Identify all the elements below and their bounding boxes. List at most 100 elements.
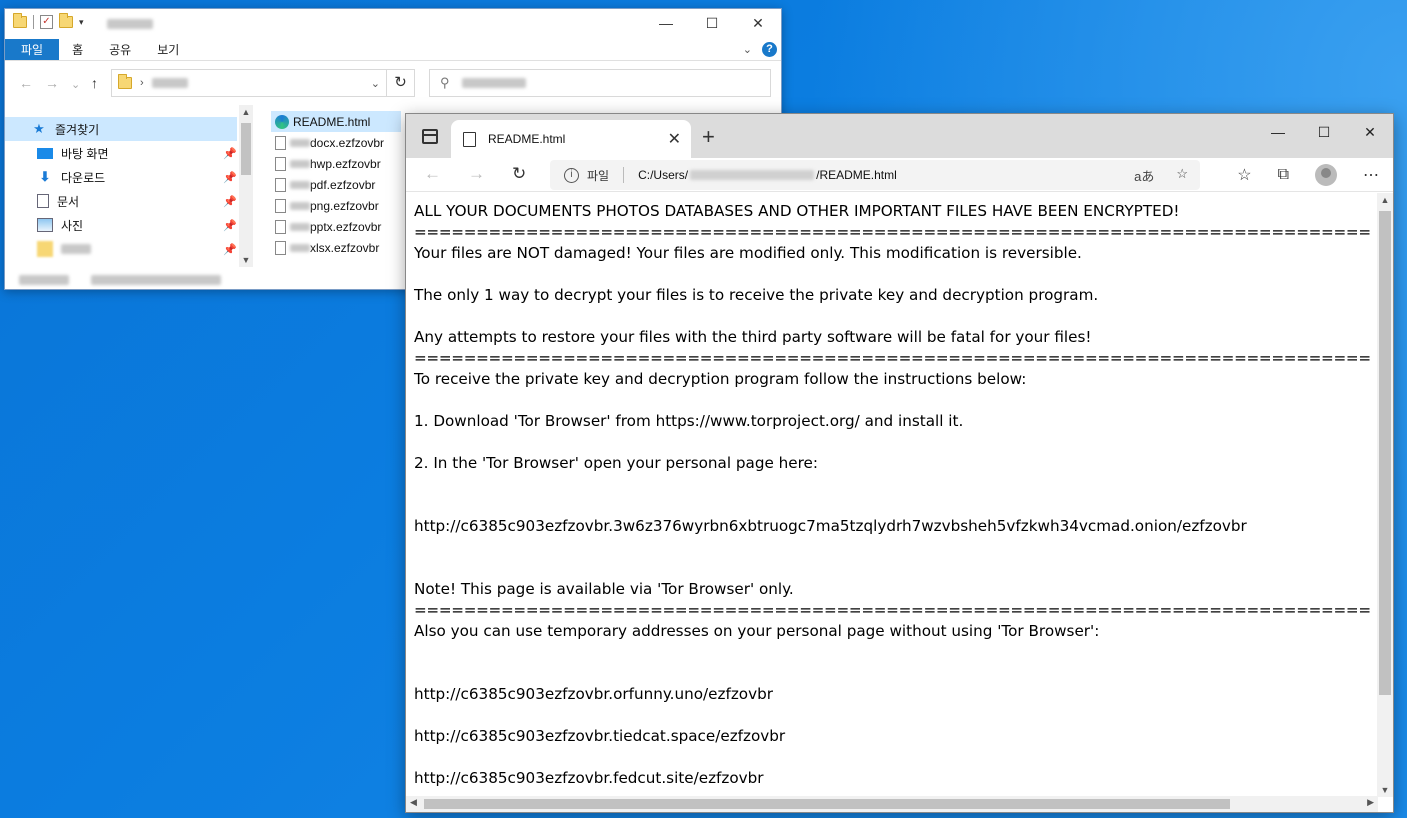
- list-item[interactable]: pdf.ezfzovbr: [271, 174, 401, 195]
- expand-ribbon-icon[interactable]: ⌄: [743, 43, 752, 56]
- ribbon-tab-file[interactable]: 파일: [5, 39, 60, 60]
- scroll-up-icon[interactable]: ▲: [1377, 195, 1393, 205]
- temp-url: http://c6385c903ezfzovbr.tiedcat.space/e…: [414, 727, 786, 745]
- pin-icon[interactable]: 📌: [223, 243, 237, 256]
- text-line: 1. Download 'Tor Browser' from https://w…: [414, 412, 964, 430]
- list-item[interactable]: hwp.ezfzovbr: [271, 153, 401, 174]
- page-vertical-scrollbar[interactable]: ▲ ▼: [1377, 193, 1393, 797]
- address-bar[interactable]: › ⌄: [111, 69, 387, 97]
- scrollbar-thumb[interactable]: [241, 123, 251, 175]
- tab-actions-icon[interactable]: [422, 129, 438, 144]
- file-prefix-blurred: [290, 180, 310, 189]
- add-favorite-icon[interactable]: ☆: [1176, 166, 1188, 185]
- scroll-down-icon[interactable]: ▼: [1377, 785, 1393, 795]
- nav-item-folder-blurred[interactable]: 📌: [5, 237, 237, 261]
- ribbon-tab-share[interactable]: 공유: [96, 39, 144, 60]
- nav-item-desktop[interactable]: 바탕 화면 📌: [5, 141, 237, 165]
- refresh-button[interactable]: ↻: [387, 69, 415, 97]
- pin-icon[interactable]: 📌: [223, 171, 237, 184]
- browser-window: README.html ✕ + — ☐ ✕ ← → ↻ i 파일 C:/User…: [405, 113, 1394, 813]
- ribbon-tab-home[interactable]: 홈: [59, 39, 96, 60]
- nav-item-label: 다운로드: [61, 170, 106, 185]
- collections-icon[interactable]: ⧉: [1278, 166, 1289, 184]
- more-options-icon[interactable]: ⋯: [1363, 165, 1379, 185]
- help-icon[interactable]: ?: [762, 42, 777, 57]
- read-aloud-icon[interactable]: aあ: [1134, 166, 1154, 185]
- tab-readme[interactable]: README.html ✕: [451, 120, 691, 158]
- forward-arrow-icon[interactable]: →: [468, 164, 485, 184]
- profile-avatar[interactable]: [1315, 164, 1337, 186]
- list-item[interactable]: xlsx.ezfzovbr: [271, 237, 401, 258]
- file-icon: [275, 156, 286, 171]
- close-tab-icon[interactable]: ✕: [668, 129, 681, 149]
- minimize-icon[interactable]: —: [1255, 124, 1301, 141]
- list-item[interactable]: pptx.ezfzovbr: [271, 216, 401, 237]
- text-line: 2. In the 'Tor Browser' open your person…: [414, 454, 819, 472]
- new-tab-icon[interactable]: +: [702, 124, 715, 150]
- navpane-scrollbar[interactable]: ▲ ▼: [239, 105, 253, 267]
- explorer-titlebar: ✓ ▾ — ☐ ✕: [5, 9, 781, 39]
- toolbar-actions: ☆ ⧉ ⋯: [1237, 164, 1379, 186]
- minimize-icon[interactable]: —: [643, 13, 689, 33]
- maximize-icon[interactable]: ☐: [1301, 124, 1347, 141]
- properties-icon[interactable]: ✓: [40, 15, 53, 29]
- page-horizontal-scrollbar[interactable]: ◀ ▶: [406, 796, 1378, 812]
- new-folder-icon[interactable]: [59, 13, 73, 28]
- file-list: README.html docx.ezfzovbr hwp.ezfzovbr p…: [271, 111, 401, 258]
- up-arrow-icon[interactable]: ↑: [91, 75, 98, 91]
- nav-item-pictures[interactable]: 사진 📌: [5, 213, 237, 237]
- tab-strip: README.html ✕ + — ☐ ✕: [406, 114, 1393, 158]
- scroll-up-icon[interactable]: ▲: [239, 107, 253, 117]
- nav-item-downloads[interactable]: ⬇ 다운로드 📌: [5, 165, 237, 189]
- scroll-left-icon[interactable]: ◀: [410, 797, 417, 808]
- search-input[interactable]: ⚲: [429, 69, 771, 97]
- address-dropdown-icon[interactable]: ⌄: [371, 77, 380, 90]
- nav-item-favorites[interactable]: ★ 즐겨찾기: [5, 117, 237, 141]
- scroll-down-icon[interactable]: ▼: [239, 255, 253, 265]
- pin-icon[interactable]: 📌: [223, 147, 237, 160]
- list-item[interactable]: README.html: [271, 111, 401, 132]
- tab-title: README.html: [488, 132, 566, 146]
- headline: ALL YOUR DOCUMENTS PHOTOS DATABASES AND …: [414, 202, 1180, 220]
- list-item[interactable]: png.ezfzovbr: [271, 195, 401, 216]
- pin-icon[interactable]: 📌: [223, 195, 237, 208]
- customize-dropdown-icon[interactable]: ▾: [79, 17, 84, 28]
- close-icon[interactable]: ✕: [735, 13, 781, 33]
- address-bar[interactable]: i 파일 C:/Users/ /README.html aあ ☆: [550, 160, 1200, 190]
- folder-icon[interactable]: [13, 13, 27, 28]
- text-line: Your files are NOT damaged! Your files a…: [414, 244, 1082, 262]
- info-icon[interactable]: i: [564, 167, 579, 183]
- file-name: README.html: [293, 114, 371, 129]
- refresh-icon[interactable]: ↻: [512, 164, 526, 184]
- pin-icon[interactable]: 📌: [223, 219, 237, 232]
- chevron-right-icon: ›: [140, 77, 144, 89]
- maximize-icon[interactable]: ☐: [689, 13, 735, 33]
- ribbon-tab-view[interactable]: 보기: [144, 39, 192, 60]
- scrollbar-thumb[interactable]: [424, 799, 1230, 809]
- status-item-count-blurred: [19, 275, 69, 285]
- nav-item-documents[interactable]: 문서 📌: [5, 189, 237, 213]
- scroll-right-icon[interactable]: ▶: [1367, 797, 1374, 808]
- scrollbar-thumb[interactable]: [1379, 211, 1391, 695]
- divider: [33, 15, 34, 29]
- favorites-icon[interactable]: ☆: [1237, 165, 1251, 185]
- path-blurred: [151, 78, 188, 88]
- temp-url: http://c6385c903ezfzovbr.fedcut.site/ezf…: [414, 769, 764, 787]
- close-icon[interactable]: ✕: [1347, 124, 1393, 141]
- back-arrow-icon[interactable]: ←: [19, 75, 33, 91]
- forward-arrow-icon[interactable]: →: [45, 75, 59, 91]
- status-selection-blurred: [91, 275, 221, 285]
- recent-dropdown-icon[interactable]: ⌄: [71, 78, 80, 91]
- page-content: ALL YOUR DOCUMENTS PHOTOS DATABASES AND …: [406, 193, 1378, 797]
- url-prefix: C:/Users/: [638, 168, 689, 182]
- back-arrow-icon[interactable]: ←: [424, 164, 441, 184]
- nav-item-label: 바탕 화면: [61, 146, 109, 161]
- list-item[interactable]: docx.ezfzovbr: [271, 132, 401, 153]
- pictures-icon: [37, 218, 53, 232]
- file-prefix-blurred: [290, 201, 310, 210]
